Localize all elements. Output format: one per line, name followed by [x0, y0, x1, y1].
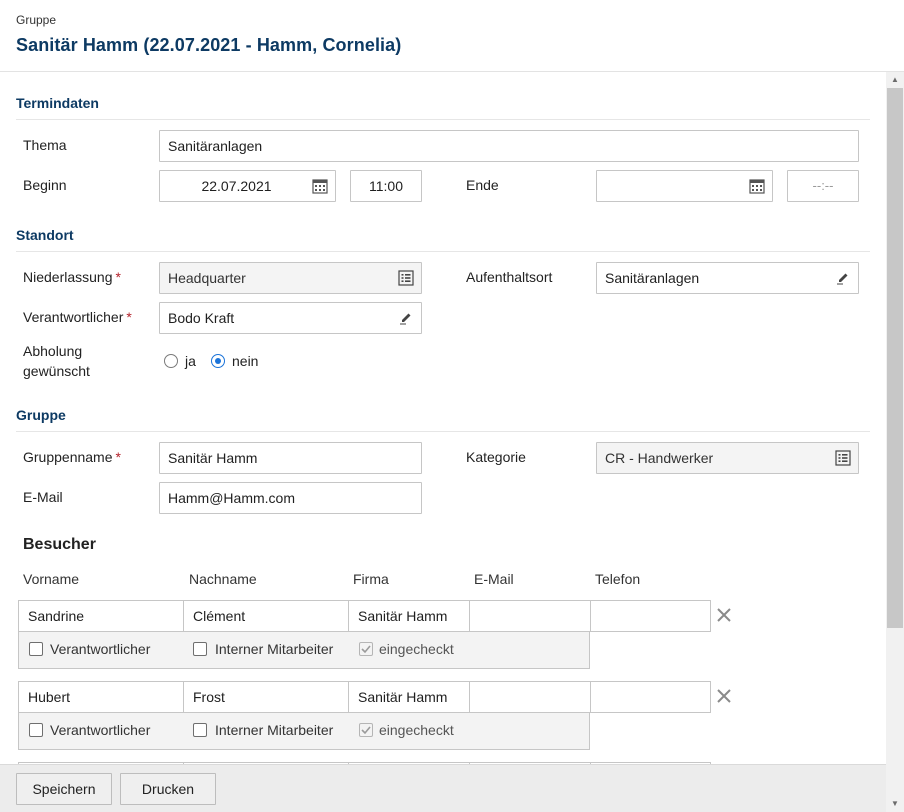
verantwortlicher-checkbox[interactable] [29, 642, 43, 656]
header-label: Gruppe [16, 13, 57, 27]
abholung-label-line1: Abholung [23, 343, 83, 359]
verantwortlicher-field[interactable]: Bodo Kraft [159, 302, 422, 334]
column-header-email: E-Mail [474, 571, 514, 587]
abholung-label-line2: gewünscht [23, 363, 90, 379]
list-picker-icon[interactable] [398, 270, 414, 286]
kategorie-field[interactable]: CR - Handwerker [596, 442, 859, 474]
email-field[interactable]: Hamm@Hamm.com [159, 482, 422, 514]
aufenthaltsort-value: Sanitäranlagen [605, 270, 700, 286]
email-label: E-Mail [23, 489, 63, 505]
column-header-vorname: Vorname [23, 571, 80, 587]
visitor-options: Verantwortlicher Interner Mitarbeiter ei… [18, 712, 590, 750]
scroll-down-arrow-icon[interactable]: ▼ [886, 796, 904, 812]
visitor-email-field[interactable] [469, 681, 591, 713]
section-divider [16, 251, 870, 252]
aufenthaltsort-field[interactable]: Sanitäranlagen [596, 262, 859, 294]
verantwortlicher-checkbox[interactable] [29, 723, 43, 737]
interner-mitarbeiter-checkbox-label[interactable]: Interner Mitarbeiter [215, 721, 333, 739]
aufenthaltsort-label: Aufenthaltsort [466, 269, 553, 285]
visitor-nachname-field[interactable]: Clément [183, 600, 349, 632]
ende-date-field[interactable] [596, 170, 773, 202]
section-divider [16, 431, 870, 432]
gruppenname-label-text: Gruppenname [23, 449, 113, 465]
besucher-title: Besucher [23, 536, 96, 553]
column-header-firma: Firma [353, 571, 389, 587]
niederlassung-value: Headquarter [168, 270, 246, 286]
ende-label: Ende [466, 177, 499, 193]
eingecheckt-checkbox-label: eingecheckt [379, 722, 454, 738]
visitor-vorname-field[interactable]: Hubert [18, 681, 184, 713]
checkmark-icon [361, 726, 371, 735]
page-title: Sanitär Hamm (22.07.2021 - Hamm, Corneli… [16, 35, 402, 55]
section-title-gruppe: Gruppe [16, 407, 66, 423]
thema-field[interactable]: Sanitäranlagen [159, 130, 859, 162]
visitor-telefon-field[interactable] [590, 681, 711, 713]
checkmark-icon [361, 645, 371, 654]
visitor-nachname-field[interactable]: Frost [183, 681, 349, 713]
verantwortlicher-label: Verantwortlicher * [23, 307, 132, 327]
calendar-icon[interactable] [312, 178, 328, 194]
dialog-footer: Speichern Drucken [0, 764, 886, 812]
column-header-telefon: Telefon [595, 571, 641, 587]
beginn-time-field[interactable]: 11:00 [350, 170, 422, 202]
required-marker: * [126, 309, 132, 325]
verantwortlicher-checkbox-label[interactable]: Verantwortlicher [50, 640, 150, 658]
remove-visitor-icon[interactable] [716, 607, 732, 623]
abholung-radio-ja[interactable] [164, 354, 178, 368]
list-picker-icon[interactable] [835, 450, 851, 466]
vertical-scrollbar[interactable]: ▲ ▼ [886, 72, 904, 812]
eingecheckt-checkbox [359, 723, 373, 737]
abholung-label: Abholung gewünscht [23, 341, 90, 381]
section-title-standort: Standort [16, 227, 74, 243]
scrollbar-thumb[interactable] [887, 88, 903, 628]
form-content: Termindaten Thema Sanitäranlagen Beginn … [0, 72, 886, 764]
kategorie-value: CR - Handwerker [605, 450, 714, 466]
pencil-icon[interactable] [835, 270, 851, 286]
verantwortlicher-label-text: Verantwortlicher [23, 309, 124, 325]
pencil-icon[interactable] [398, 310, 414, 326]
abholung-option-ja[interactable]: ja [185, 351, 196, 371]
section-title-termindaten: Termindaten [16, 95, 99, 111]
required-marker: * [115, 269, 121, 285]
dialog-header: Gruppe Sanitär Hamm (22.07.2021 - Hamm, … [0, 0, 904, 72]
required-marker: * [115, 449, 121, 465]
visitor-telefon-field[interactable] [590, 600, 711, 632]
remove-visitor-icon[interactable] [716, 688, 732, 704]
interner-mitarbeiter-checkbox[interactable] [193, 723, 207, 737]
beginn-label: Beginn [23, 177, 67, 193]
niederlassung-label-text: Niederlassung [23, 269, 113, 285]
beginn-date-field[interactable]: 22.07.2021 [159, 170, 336, 202]
visitor-firma-field[interactable]: Sanitär Hamm [348, 600, 470, 632]
verantwortlicher-value: Bodo Kraft [168, 310, 235, 326]
thema-label: Thema [23, 137, 67, 153]
abholung-radio-nein[interactable] [211, 354, 225, 368]
visitor-firma-field[interactable]: Sanitär Hamm [348, 681, 470, 713]
visitor-vorname-field[interactable]: Sandrine [18, 600, 184, 632]
visitor-options: Verantwortlicher Interner Mitarbeiter ei… [18, 631, 590, 669]
interner-mitarbeiter-checkbox-label[interactable]: Interner Mitarbeiter [215, 640, 333, 658]
save-button[interactable]: Speichern [16, 773, 112, 805]
eingecheckt-checkbox-label: eingecheckt [379, 641, 454, 657]
gruppenname-field[interactable]: Sanitär Hamm [159, 442, 422, 474]
niederlassung-label: Niederlassung * [23, 267, 121, 287]
print-button[interactable]: Drucken [120, 773, 216, 805]
interner-mitarbeiter-checkbox[interactable] [193, 642, 207, 656]
section-divider [16, 119, 870, 120]
visitor-email-field[interactable] [469, 600, 591, 632]
verantwortlicher-checkbox-label[interactable]: Verantwortlicher [50, 721, 150, 739]
eingecheckt-checkbox [359, 642, 373, 656]
beginn-date-value: 22.07.2021 [201, 178, 272, 194]
ende-time-field[interactable]: --:-- [787, 170, 859, 202]
kategorie-label: Kategorie [466, 449, 526, 465]
column-header-nachname: Nachname [189, 571, 257, 587]
gruppenname-label: Gruppenname * [23, 447, 121, 467]
scroll-up-arrow-icon[interactable]: ▲ [886, 72, 904, 88]
niederlassung-field[interactable]: Headquarter [159, 262, 422, 294]
abholung-option-nein[interactable]: nein [232, 351, 258, 371]
calendar-icon[interactable] [749, 178, 765, 194]
